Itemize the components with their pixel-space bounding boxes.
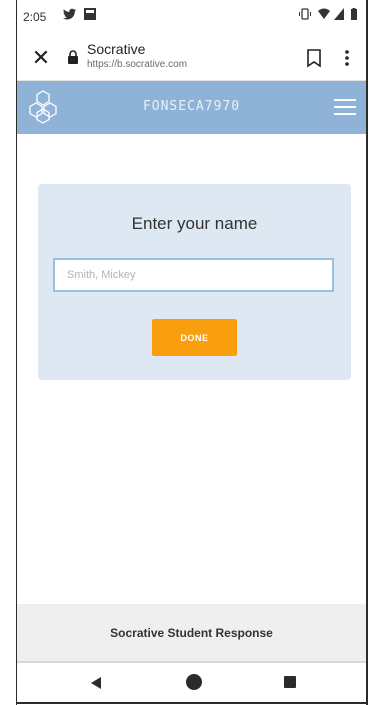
home-icon[interactable] [186, 674, 202, 690]
wifi-icon [318, 8, 331, 19]
card-title: Enter your name [131, 214, 258, 233]
page-title: Socrative [87, 41, 146, 57]
name-input[interactable] [53, 258, 334, 292]
signal-icon [333, 8, 344, 20]
device-frame-right [366, 0, 368, 705]
bookmark-icon[interactable] [303, 46, 325, 70]
system-nav-bar [17, 663, 366, 703]
footer-text: Socrative Student Response [110, 626, 273, 640]
done-button[interactable]: DONE [152, 319, 237, 356]
lock-icon [68, 50, 78, 64]
name-entry-card: Enter your name DONE [38, 184, 351, 380]
room-name: FONSECA7970 [142, 99, 241, 114]
phone-screen: 2:05 ✕ Socrative https://b.socrative.com [17, 0, 366, 705]
back-icon[interactable] [89, 676, 103, 690]
footer: Socrative Student Response [17, 604, 366, 663]
device-frame-bottom [16, 702, 368, 704]
page-url[interactable]: https://b.socrative.com [87, 59, 187, 70]
vibrate-icon [298, 8, 311, 20]
status-bar: 2:05 [17, 0, 366, 36]
app-header: FONSECA7970 [17, 81, 366, 134]
main-content: Enter your name DONE [17, 134, 366, 604]
status-time: 2:05 [23, 10, 47, 24]
battery-icon [351, 8, 357, 20]
system-icons [298, 8, 358, 23]
twitter-icon [63, 8, 76, 20]
browser-toolbar: ✕ Socrative https://b.socrative.com [17, 36, 366, 81]
photo-icon [84, 8, 97, 20]
more-vert-icon[interactable] [339, 46, 355, 70]
notification-icons [63, 8, 97, 23]
close-icon[interactable]: ✕ [27, 44, 55, 72]
recents-icon[interactable] [284, 676, 296, 688]
hamburger-icon[interactable] [334, 99, 356, 115]
